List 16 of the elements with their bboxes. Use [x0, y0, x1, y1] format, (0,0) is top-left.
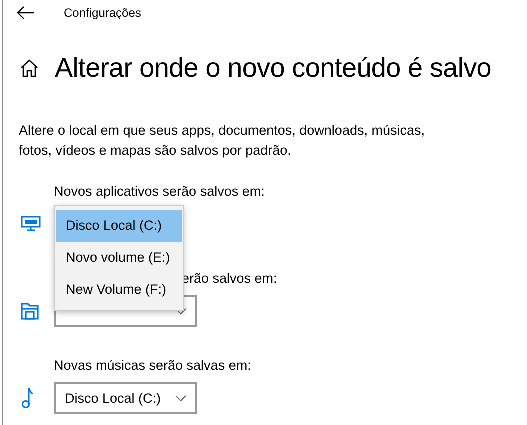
back-arrow-icon[interactable] — [17, 6, 35, 20]
section-label: Novos aplicativos serão salvos em: — [54, 183, 266, 201]
dropdown-option[interactable]: Novo volume (E:) — [56, 242, 182, 274]
dropdown-option[interactable]: Disco Local (C:) — [56, 210, 182, 242]
drive-dropdown[interactable]: Disco Local (C:) — [54, 382, 198, 414]
page-title: Alterar onde o novo conteúdo é salvo — [55, 52, 492, 84]
section-label: Novas músicas serão salvas em: — [54, 357, 252, 375]
dropdown-option[interactable]: New Volume (F:) — [56, 274, 182, 306]
home-icon[interactable] — [20, 58, 39, 78]
chevron-down-icon — [175, 308, 187, 314]
page-description: Altere o local em que seus apps, documentos, downloads, músicas, fotos, vídeos e mapas são salvos por padrão. — [19, 122, 426, 160]
music-note-icon — [21, 387, 35, 409]
window-title: Configurações — [64, 6, 142, 20]
monitor-icon — [21, 216, 41, 232]
folder-icon — [21, 302, 39, 320]
chevron-down-icon — [175, 394, 188, 402]
